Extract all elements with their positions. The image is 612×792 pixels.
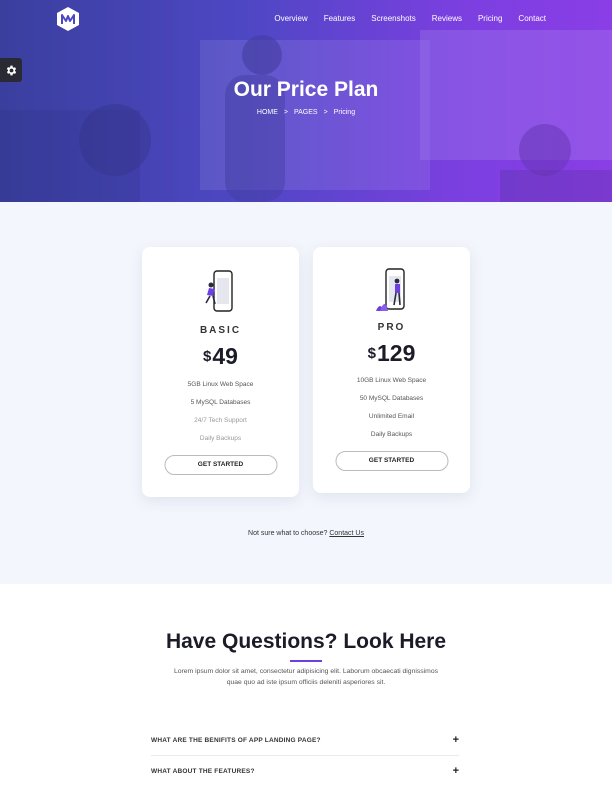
feature-item: Unlimited Email [368,413,415,420]
nav-features[interactable]: Features [324,14,356,23]
feature-list: 5GB Linux Web Space 5 MySQL Databases 24… [142,376,299,448]
feature-item: 10GB Linux Web Space [356,377,427,384]
price-amount: 49 [212,343,238,369]
feature-item: 50 MySQL Databases [359,395,424,402]
faq-question: WHAT ARE THE BENIFITS OF APP LANDING PAG… [151,737,321,744]
faq-item-features[interactable]: WHAT ABOUT THE FEATURES? + [151,765,459,780]
plan-price: $129 [313,340,470,367]
gear-icon [6,65,16,75]
nav-overview[interactable]: Overview [274,14,307,23]
price-currency: $ [203,348,212,365]
feature-item: Daily Backups [370,431,413,438]
breadcrumb: HOME > PAGES > Pricing [0,109,612,116]
title-underline [290,660,322,662]
phone-person-illustration [375,268,405,311]
feature-item: 24/7 Tech Support [194,417,247,424]
get-started-button[interactable]: GET STARTED [335,451,448,471]
breadcrumb-separator: > [323,109,328,116]
pricing-card-pro: PRO $129 10GB Linux Web Space 50 MySQL D… [313,247,470,493]
divider [151,755,459,756]
feature-item: 5GB Linux Web Space [187,381,254,388]
help-text: Not sure what to choose? Contact Us [0,530,612,537]
faq-description-line: quae quo ad iste ipsum officiis deleniti… [226,679,386,686]
main-navigation: Overview Features Screenshots Reviews Pr… [258,14,546,23]
faq-description-line: Lorem ipsum dolor sit amet, consectetur … [173,668,439,675]
faq-item-benefits[interactable]: WHAT ARE THE BENIFITS OF APP LANDING PAG… [151,734,459,749]
feature-item: 5 MySQL Databases [190,399,251,406]
nav-screenshots[interactable]: Screenshots [371,14,415,23]
pricing-card-basic: BASIC $49 5GB Linux Web Space 5 MySQL Da… [142,247,299,497]
feature-list: 10GB Linux Web Space 50 MySQL Databases … [313,372,470,444]
faq-title: Have Questions? Look Here [165,630,447,653]
breadcrumb-separator: > [283,109,288,116]
plus-icon[interactable]: + [453,765,459,777]
hero-banner: Overview Features Screenshots Reviews Pr… [0,0,612,202]
contact-us-link[interactable]: Contact Us [329,530,364,537]
page-title: Our Price Plan [233,78,379,101]
plus-icon[interactable]: + [453,734,459,746]
help-question: Not sure what to choose? [248,530,328,537]
breadcrumb-current: Pricing [333,109,356,116]
faq-question: WHAT ABOUT THE FEATURES? [151,768,255,775]
price-amount: 129 [376,340,416,366]
faq-description: Lorem ipsum dolor sit amet, consectetur … [160,666,452,688]
pricing-section: BASIC $49 5GB Linux Web Space 5 MySQL Da… [0,202,612,584]
settings-toggle-button[interactable] [0,58,22,82]
feature-item: Daily Backups [199,435,242,442]
plan-name: BASIC [199,325,242,336]
price-currency: $ [367,345,376,362]
plan-name: PRO [377,322,406,333]
breadcrumb-home[interactable]: HOME [257,109,278,116]
breadcrumb-pages[interactable]: PAGES [294,109,318,116]
nav-reviews[interactable]: Reviews [432,14,462,23]
nav-pricing[interactable]: Pricing [478,14,502,23]
phone-person-illustration [204,270,233,312]
plan-price: $49 [142,343,299,370]
get-started-button[interactable]: GET STARTED [164,455,277,475]
nav-contact[interactable]: Contact [518,14,546,23]
logo-icon[interactable] [57,7,79,31]
